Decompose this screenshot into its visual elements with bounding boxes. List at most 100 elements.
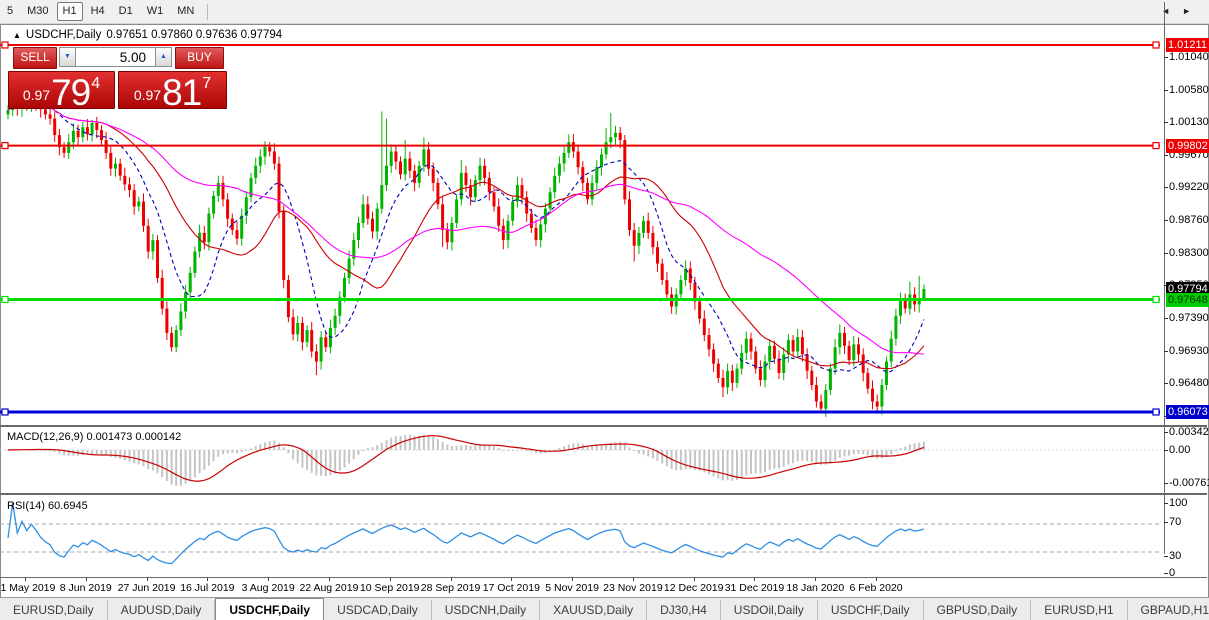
chart-tab-11[interactable]: GBPAUD,H1: [1128, 600, 1209, 620]
date-tick: [25, 578, 26, 581]
indicator-axis-label: 0.003428: [1169, 426, 1209, 438]
chart-tab-8[interactable]: USDCHF,Daily: [818, 600, 924, 620]
indicator-tick: [1164, 522, 1168, 523]
date-label: 18 Jan 2020: [786, 582, 844, 594]
timeframe-button-mn[interactable]: MN: [171, 2, 200, 21]
price-axis-label: 1.00130: [1169, 116, 1209, 128]
price-tick: [1164, 57, 1168, 58]
date-label: 3 Aug 2019: [242, 582, 295, 594]
date-label: 17 Oct 2019: [483, 582, 540, 594]
indicator-axis-label: 0.00: [1169, 444, 1190, 456]
sell-button[interactable]: SELL: [13, 47, 57, 69]
indicator-axis-label: -0.007615: [1169, 477, 1209, 489]
indicator-tick: [1164, 573, 1168, 574]
date-tick: [754, 578, 755, 581]
price-axis-separator: [1164, 2, 1165, 554]
buy-price-base: 0.97: [134, 87, 161, 103]
date-tick: [207, 578, 208, 581]
chart-title: ▲ USDCHF,Daily 0.97651 0.97860 0.97636 0…: [13, 29, 282, 41]
date-label: 10 Sep 2019: [360, 582, 420, 594]
date-tick: [876, 578, 877, 581]
price-tick: [1164, 122, 1168, 123]
sell-price-box[interactable]: 0.97 79 4: [8, 71, 115, 109]
chart-tab-9[interactable]: GBPUSD,Daily: [924, 600, 1032, 620]
price-axis-label: 0.96480: [1169, 377, 1209, 389]
date-tick: [511, 578, 512, 581]
rsi-dates-separator: [0, 577, 1207, 578]
sell-price-big: 79: [51, 78, 90, 108]
buy-price-big: 81: [162, 78, 201, 108]
date-label: 12 Dec 2019: [664, 582, 724, 594]
date-label: 5 Nov 2019: [545, 582, 599, 594]
price-tick: [1164, 383, 1168, 384]
indicator-tick: [1164, 450, 1168, 451]
timeframe-button-d1[interactable]: D1: [113, 2, 139, 21]
price-tick: [1164, 253, 1168, 254]
price-tick: [1164, 220, 1168, 221]
indicator-axis-label: 70: [1169, 516, 1181, 528]
date-tick: [329, 578, 330, 581]
timeframe-button-h4[interactable]: H4: [85, 2, 111, 21]
date-tick: [694, 578, 695, 581]
ohlc-values: 0.97651 0.97860 0.97636 0.97794: [106, 29, 282, 41]
sell-price-base: 0.97: [23, 87, 50, 103]
rsi-label: RSI(14) 60.6945: [7, 500, 88, 512]
timeframe-button-5[interactable]: 5: [1, 2, 19, 21]
date-label: 16 Jul 2019: [180, 582, 234, 594]
date-tick: [390, 578, 391, 581]
indicator-axis-label: 0: [1169, 567, 1175, 579]
indicator-axis-label: 100: [1169, 497, 1187, 509]
price-axis-label: 0.98300: [1169, 247, 1209, 259]
timeframe-button-h1[interactable]: H1: [57, 2, 83, 21]
chart-tab-2[interactable]: USDCHF,Daily: [215, 598, 324, 620]
date-label: 8 Jun 2019: [60, 582, 112, 594]
rsi-indicator-surface[interactable]: [0, 495, 1164, 577]
timeframe-button-m30[interactable]: M30: [21, 2, 54, 21]
date-tick: [572, 578, 573, 581]
date-tick: [86, 578, 87, 581]
date-label: 6 Feb 2020: [849, 582, 902, 594]
buy-button[interactable]: BUY: [175, 47, 224, 69]
price-axis-label: 0.96930: [1169, 345, 1209, 357]
chart-tab-4[interactable]: USDCNH,Daily: [432, 600, 540, 620]
macd-rsi-separator[interactable]: [0, 493, 1207, 495]
price-tick: [1164, 318, 1168, 319]
chart-tab-1[interactable]: AUDUSD,Daily: [108, 600, 216, 620]
indicator-tick: [1164, 503, 1168, 504]
main-macd-separator[interactable]: [0, 425, 1207, 427]
timeframe-toolbar: 5M30H1H4D1W1MN: [0, 0, 1209, 24]
date-label: 27 Jun 2019: [118, 582, 176, 594]
price-axis-label: 1.01040: [1169, 51, 1209, 63]
macd-label: MACD(12,26,9) 0.001473 0.000142: [7, 431, 181, 443]
date-label: 31 Dec 2019: [725, 582, 785, 594]
chart-tab-10[interactable]: EURUSD,H1: [1031, 600, 1127, 620]
volume-decrease-button[interactable]: ▼: [59, 47, 76, 67]
chart-tab-6[interactable]: DJ30,H4: [647, 600, 721, 620]
sell-price-pip: 4: [91, 75, 100, 93]
price-badge: 1.01211: [1166, 38, 1209, 52]
price-tick: [1164, 351, 1168, 352]
chart-tab-7[interactable]: USDOil,Daily: [721, 600, 818, 620]
tab-scroll-right-icon[interactable]: ►: [1182, 6, 1203, 16]
chart-tab-3[interactable]: USDCAD,Daily: [324, 600, 432, 620]
chart-tab-bar: EURUSD,DailyAUDUSD,DailyUSDCHF,DailyUSDC…: [0, 597, 1209, 620]
volume-increase-button[interactable]: ▲: [155, 47, 172, 67]
one-click-trade-widget: SELL ▼ ▲ BUY 0.97 79 4 0.97 81 7: [8, 45, 227, 111]
indicator-axis-label: 30: [1169, 550, 1181, 562]
toolbar-separator: [207, 4, 208, 20]
chart-tab-0[interactable]: EURUSD,Daily: [0, 600, 108, 620]
symbol-period-label: USDCHF,Daily: [26, 29, 101, 41]
trading-platform-window: 5M30H1H4D1W1MN ▲ USDCHF,Daily 0.97651 0.…: [0, 0, 1209, 620]
date-tick: [147, 578, 148, 581]
tab-scroll-arrows: ◄►: [1161, 6, 1203, 16]
buy-price-box[interactable]: 0.97 81 7: [118, 71, 227, 109]
volume-input[interactable]: [76, 47, 156, 67]
price-axis-label: 0.98760: [1169, 214, 1209, 226]
timeframe-button-w1[interactable]: W1: [141, 2, 170, 21]
price-axis-label: 1.00580: [1169, 84, 1209, 96]
date-label: 28 Sep 2019: [421, 582, 481, 594]
price-axis-label: 0.99220: [1169, 181, 1209, 193]
chart-tab-5[interactable]: XAUUSD,Daily: [540, 600, 647, 620]
date-label: 21 May 2019: [0, 582, 55, 594]
indicator-tick: [1164, 432, 1168, 433]
